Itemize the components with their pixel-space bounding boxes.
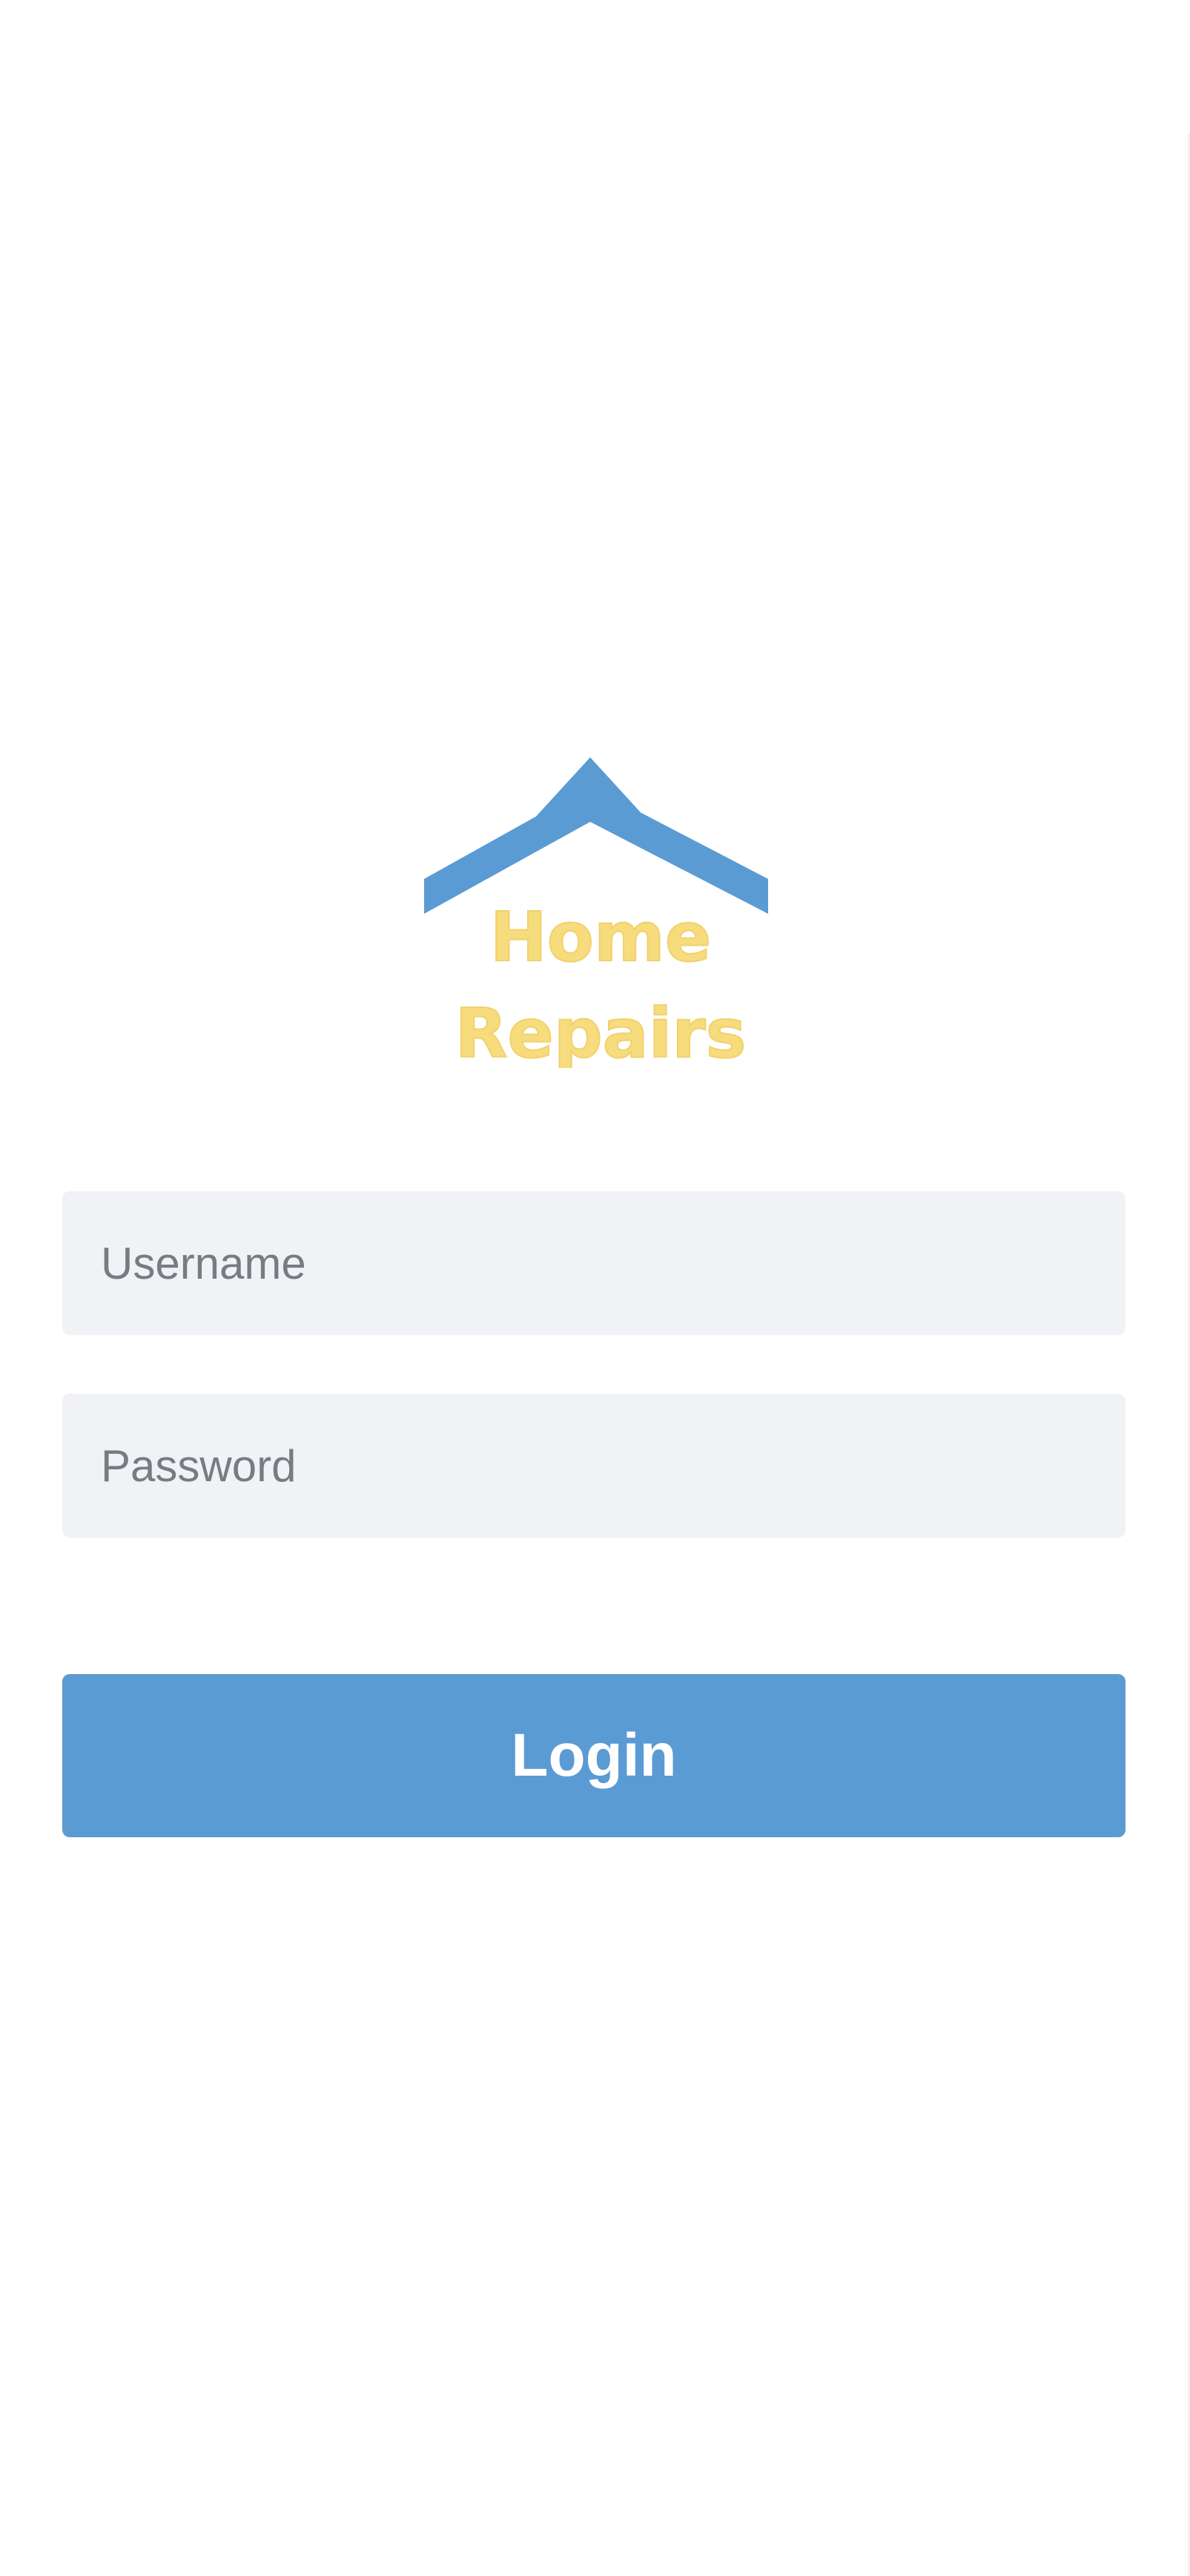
home-repairs-logo: Home Repairs: [415, 757, 771, 1068]
logo-text-repairs: Repairs: [455, 994, 747, 1068]
login-screen: Home Repairs Login: [0, 0, 1190, 2576]
login-button[interactable]: Login: [62, 1674, 1125, 1837]
username-input[interactable]: [62, 1191, 1125, 1335]
home-repairs-logo-graphic: Home Repairs: [424, 757, 768, 1068]
logo-text-home: Home: [490, 897, 711, 977]
password-input[interactable]: [62, 1394, 1125, 1538]
roof-icon-peak: [510, 757, 670, 845]
